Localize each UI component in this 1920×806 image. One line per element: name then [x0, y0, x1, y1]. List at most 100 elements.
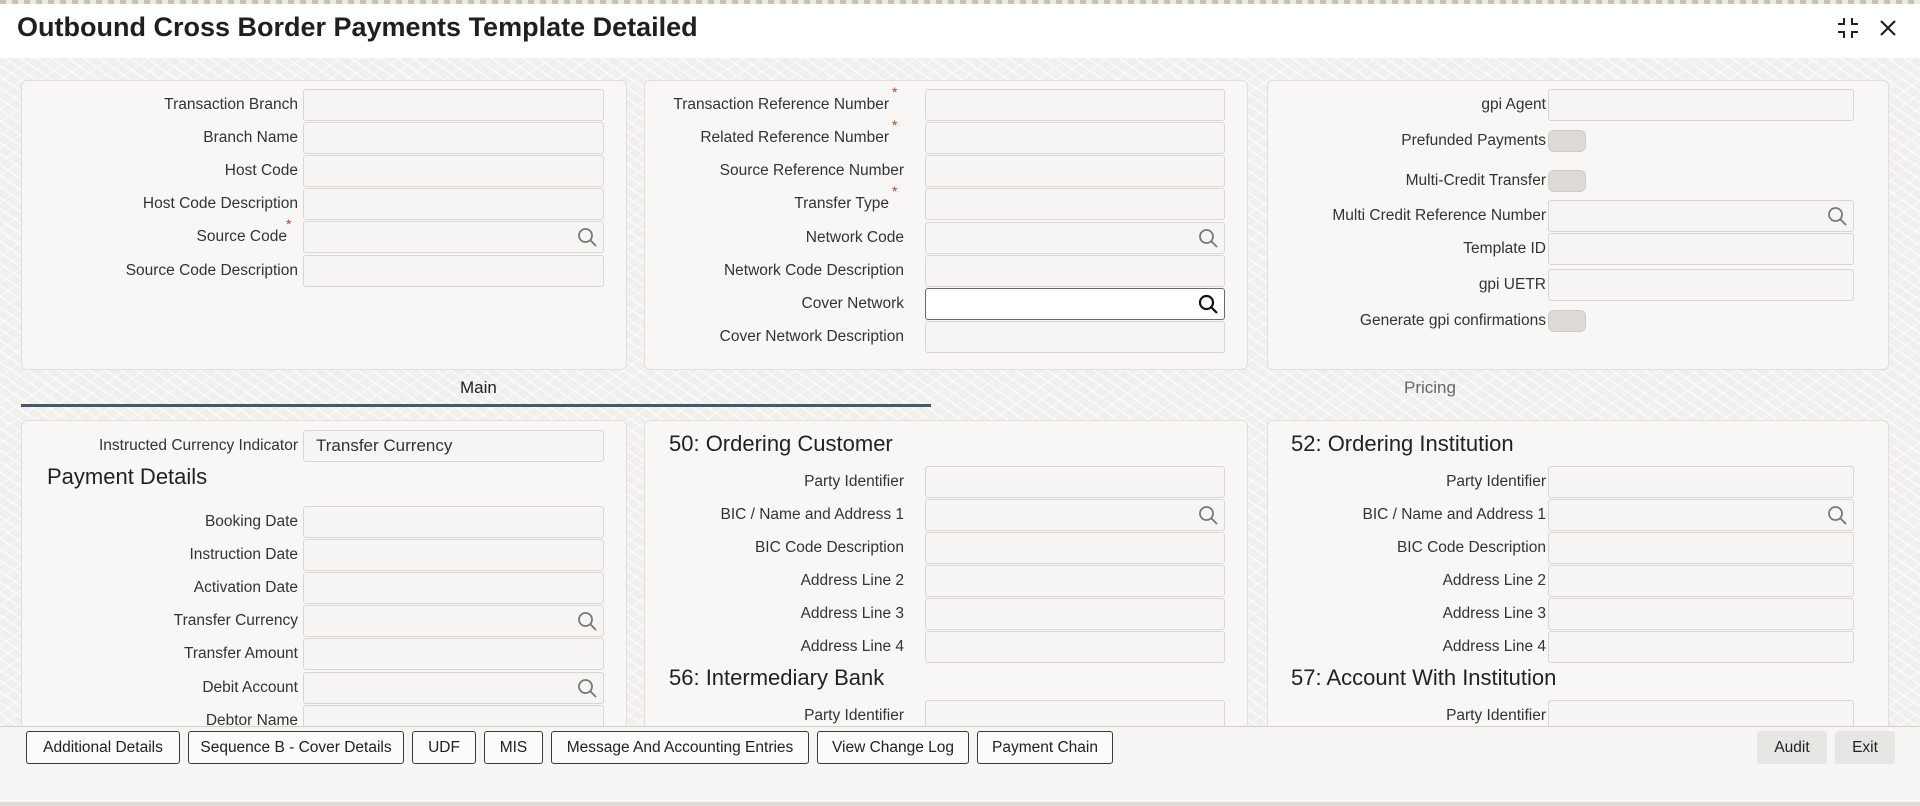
booking-date-field[interactable]	[303, 506, 604, 538]
template-id-field[interactable]	[1548, 233, 1854, 265]
transaction-reference-number-field[interactable]	[925, 89, 1225, 121]
instruction-date-field[interactable]	[303, 539, 604, 571]
debit-account-field[interactable]	[303, 672, 604, 704]
payment-chain-button[interactable]: Payment Chain	[977, 731, 1113, 764]
oc-address-line-3-label: Address Line 3	[800, 605, 904, 622]
exit-button[interactable]: Exit	[1835, 731, 1895, 764]
multi-credit-reference-number-field[interactable]	[1548, 200, 1854, 232]
host-code-description-label: Host Code Description	[142, 195, 298, 212]
network-code-row: Network Code	[645, 222, 1249, 254]
reference-info-panel: Transaction Reference Number * Related R…	[644, 80, 1248, 370]
gpi-uetr-row: gpi UETR	[1268, 269, 1890, 301]
gpi-uetr-field[interactable]	[1548, 269, 1854, 301]
related-reference-number-field[interactable]	[925, 122, 1225, 154]
source-code-description-field[interactable]	[303, 255, 604, 287]
search-icon[interactable]	[577, 678, 597, 698]
audit-button[interactable]: Audit	[1757, 731, 1827, 764]
generate-gpi-confirmations-toggle[interactable]	[1548, 310, 1586, 332]
search-icon[interactable]	[1827, 206, 1847, 226]
oi-bic-name-address-field[interactable]	[1548, 499, 1854, 531]
cover-network-field[interactable]	[925, 288, 1225, 320]
transfer-amount-field[interactable]	[303, 638, 604, 670]
oc-address-line-2-field[interactable]	[925, 565, 1225, 597]
search-icon[interactable]	[1198, 228, 1218, 248]
debtor-name-row: Debtor Name	[22, 705, 628, 726]
prefunded-payments-toggle[interactable]	[1548, 130, 1586, 152]
oc-party-identifier-field[interactable]	[925, 466, 1225, 498]
oc-address-line-4-field[interactable]	[925, 631, 1225, 663]
transfer-currency-field[interactable]	[303, 605, 604, 637]
booking-date-label: Booking Date	[204, 513, 298, 530]
tab-pricing[interactable]: Pricing	[1404, 378, 1456, 398]
additional-details-button[interactable]: Additional Details	[26, 731, 180, 764]
cover-network-description-field[interactable]	[925, 321, 1225, 353]
search-icon[interactable]	[1198, 505, 1218, 525]
oi-address-line-4-field[interactable]	[1548, 631, 1854, 663]
ordering-institution-panel: 52: Ordering Institution Party Identifie…	[1267, 420, 1889, 726]
ib-party-identifier-row: Party Identifier	[645, 700, 1249, 726]
oi-address-line-3-label: Address Line 3	[1442, 605, 1546, 622]
oc-address-line-2-row: Address Line 2	[645, 565, 1249, 597]
instruction-date-label: Instruction Date	[189, 546, 298, 563]
search-icon[interactable]	[577, 227, 597, 247]
payment-details-title: Payment Details	[47, 464, 208, 489]
tab-main[interactable]: Main	[460, 378, 497, 398]
oc-bic-code-description-field[interactable]	[925, 532, 1225, 564]
debtor-name-field[interactable]	[303, 705, 604, 726]
transaction-reference-number-label: Transaction Reference Number	[673, 96, 889, 113]
network-code-label: Network Code	[805, 229, 904, 246]
oc-address-line-4-label: Address Line 4	[800, 638, 904, 655]
message-and-accounting-entries-button[interactable]: Message And Accounting Entries	[551, 731, 809, 764]
oi-bic-code-description-field[interactable]	[1548, 532, 1854, 564]
activation-date-label: Activation Date	[193, 579, 298, 596]
network-code-field[interactable]	[925, 222, 1225, 254]
network-code-description-field[interactable]	[925, 255, 1225, 287]
gpi-agent-field[interactable]	[1548, 89, 1854, 121]
awi-party-identifier-field[interactable]	[1548, 700, 1854, 726]
mis-button[interactable]: MIS	[484, 731, 543, 764]
generate-gpi-confirmations-row: Generate gpi confirmations	[1268, 305, 1890, 337]
transaction-branch-field[interactable]	[303, 89, 604, 121]
view-change-log-button[interactable]: View Change Log	[817, 731, 969, 764]
ordering-customer-panel: 50: Ordering Customer Party Identifier B…	[644, 420, 1248, 726]
search-icon[interactable]	[1827, 505, 1847, 525]
booking-date-row: Booking Date	[22, 506, 628, 538]
maximize-icon[interactable]	[1834, 14, 1862, 42]
udf-button[interactable]: UDF	[412, 731, 476, 764]
host-code-field[interactable]	[303, 155, 604, 187]
oc-bic-code-description-label: BIC Code Description	[754, 539, 904, 556]
transfer-type-field[interactable]	[925, 188, 1225, 220]
multi-credit-transfer-toggle[interactable]	[1548, 170, 1586, 192]
host-code-description-field[interactable]	[303, 188, 604, 220]
search-icon[interactable]	[1198, 294, 1218, 314]
footer-toolbar: Additional Details Sequence B - Cover De…	[0, 726, 1920, 806]
transaction-branch-label: Transaction Branch	[164, 96, 298, 113]
oi-address-line-3-field[interactable]	[1548, 598, 1854, 630]
oc-party-identifier-label: Party Identifier	[804, 473, 904, 490]
close-icon[interactable]	[1874, 14, 1902, 42]
sequence-b-cover-details-button[interactable]: Sequence B - Cover Details	[188, 731, 404, 764]
network-code-description-label: Network Code Description	[723, 262, 904, 279]
ib-party-identifier-field[interactable]	[925, 700, 1225, 726]
activation-date-field[interactable]	[303, 572, 604, 604]
oi-address-line-2-field[interactable]	[1548, 565, 1854, 597]
instructed-currency-indicator-select[interactable]: Transfer Currency	[303, 430, 604, 462]
oc-party-identifier-row: Party Identifier	[645, 466, 1249, 498]
oi-address-line-3-row: Address Line 3	[1268, 598, 1890, 630]
form-content: Transaction Branch Branch Name Host Code…	[0, 58, 1920, 726]
oc-bic-name-address-field[interactable]	[925, 499, 1225, 531]
related-reference-number-row: Related Reference Number *	[645, 117, 1249, 154]
oi-address-line-4-label: Address Line 4	[1442, 638, 1546, 655]
account-with-institution-title: 57: Account With Institution	[1291, 665, 1557, 690]
source-code-field[interactable]	[303, 221, 604, 253]
branch-name-field[interactable]	[303, 122, 604, 154]
oc-address-line-2-label: Address Line 2	[800, 572, 904, 589]
oc-address-line-3-field[interactable]	[925, 598, 1225, 630]
oi-party-identifier-field[interactable]	[1548, 466, 1854, 498]
source-reference-number-field[interactable]	[925, 155, 1225, 187]
host-code-label: Host Code	[224, 162, 298, 179]
search-icon[interactable]	[577, 611, 597, 631]
oi-bic-code-description-row: BIC Code Description	[1268, 532, 1890, 564]
gpi-info-panel: gpi Agent Prefunded Payments Multi-Credi…	[1267, 80, 1889, 370]
transfer-currency-label: Transfer Currency	[173, 612, 298, 629]
